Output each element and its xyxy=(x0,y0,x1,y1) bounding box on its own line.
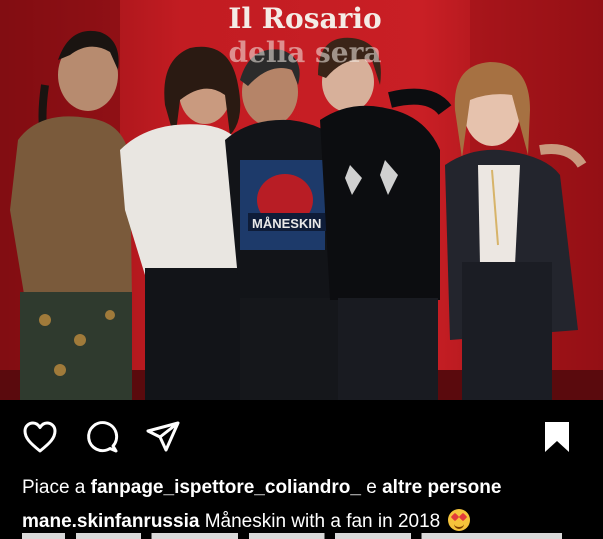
comment-icon[interactable] xyxy=(84,420,120,454)
post-caption: mane.skinfanrussia Måneskin with a fan i… xyxy=(22,509,597,534)
bookmark-icon[interactable] xyxy=(541,420,573,454)
backdrop-sign: Il Rosario della sera xyxy=(190,2,420,70)
likes-others-link[interactable]: altre persone xyxy=(382,477,501,498)
star-struck-emoji-icon xyxy=(447,509,470,531)
likes-line: Piace a fanpage_ispettore_coliandro_ e a… xyxy=(22,476,597,500)
send-icon[interactable] xyxy=(145,420,181,454)
shirt-band-logo: MÅNESKIN xyxy=(252,216,321,231)
caption-username[interactable]: mane.skinfanrussia xyxy=(22,511,199,532)
backdrop-sign-line1: Il Rosario xyxy=(228,2,382,35)
likes-joiner: e xyxy=(366,477,377,498)
post-photo[interactable]: MÅNESKIN Il Rosario della sera xyxy=(0,0,603,400)
heart-icon[interactable] xyxy=(22,420,58,454)
backdrop-sign-line2: della sera xyxy=(228,36,382,69)
likes-prefix: Piace a xyxy=(22,477,86,498)
liker-username[interactable]: fanpage_ispettore_coliandro_ xyxy=(91,477,361,498)
truncated-caption-line xyxy=(22,533,562,539)
caption-text: Måneskin with a fan in 2018 xyxy=(204,511,441,532)
